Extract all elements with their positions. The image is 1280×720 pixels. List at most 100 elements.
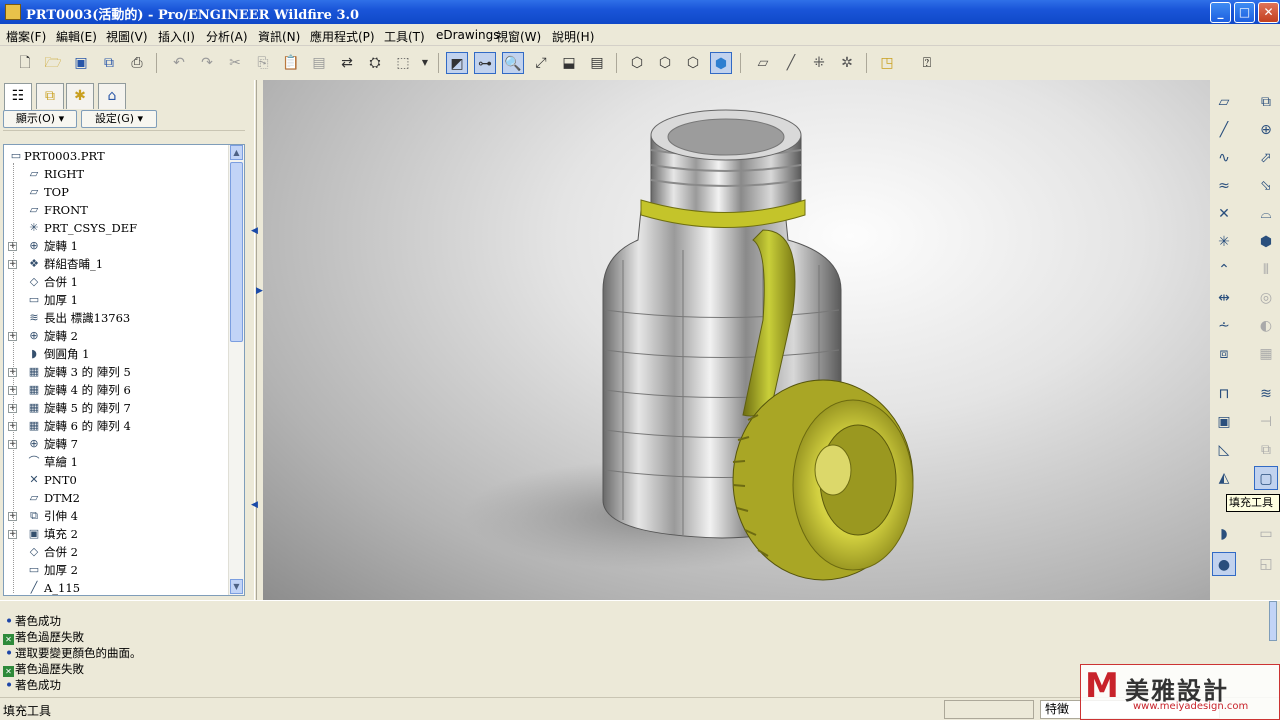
tree-item[interactable]: + ▦ 旋轉 3 的 陣列 5 — [4, 363, 230, 381]
constraint-tool-icon[interactable]: ⩪ — [1212, 314, 1236, 338]
no-hidden-icon[interactable]: ⬡ — [682, 52, 704, 74]
merge-tool-icon[interactable]: ◎ — [1254, 286, 1278, 310]
chevron-down-icon[interactable]: ▼ — [414, 52, 436, 74]
tree-item[interactable]: + ⊕ 旋轉 7 — [4, 435, 230, 453]
cut-icon[interactable]: ✂ — [224, 52, 246, 74]
menu-window[interactable]: 視窗(W) — [496, 28, 541, 45]
expand-arrow-icon[interactable]: ▶ — [256, 286, 263, 296]
zoom-out-icon[interactable]: ⤢ — [530, 52, 552, 74]
datum-curve-tool-icon[interactable]: ∿ — [1212, 146, 1236, 170]
tab-folder-browser[interactable]: ⧉ — [36, 83, 64, 109]
extend-tool-icon[interactable]: ⊣ — [1254, 410, 1278, 434]
repaint-icon[interactable]: ◩ — [446, 52, 468, 74]
find-icon[interactable]: ⛭ — [364, 52, 386, 74]
datum-plane-display-icon[interactable]: ▱ — [752, 52, 774, 74]
csys-tool-icon[interactable]: ✳ — [1212, 230, 1236, 254]
style-tool-icon[interactable]: ≋ — [1254, 382, 1278, 406]
maximize-button[interactable]: □ — [1234, 2, 1255, 23]
revolve-tool-icon[interactable]: ⊕ — [1254, 118, 1278, 142]
close-button[interactable]: ✕ — [1258, 2, 1279, 23]
title-bar[interactable]: PRT0003(活動的) - Pro/ENGINEER Wildfire 3.0… — [0, 0, 1280, 24]
tab-connections[interactable]: ⌂ — [98, 83, 126, 109]
fill-tool-icon[interactable]: ▢ — [1254, 466, 1278, 490]
view-manager-icon[interactable]: ▤ — [586, 52, 608, 74]
datum-axis-tool-icon[interactable]: ╱ — [1212, 118, 1236, 142]
shell-tool-icon[interactable]: ▣ — [1212, 410, 1236, 434]
spin-center-icon[interactable]: ⊶ — [474, 52, 496, 74]
csys-display-icon[interactable]: ✲ — [836, 52, 858, 74]
tree-item[interactable]: + ⊕ 旋轉 2 — [4, 327, 230, 345]
extrude-tool-icon[interactable]: ⧉ — [1254, 90, 1278, 114]
hidden-line-icon[interactable]: ⬡ — [654, 52, 676, 74]
rib-tool-icon[interactable]: ◺ — [1212, 438, 1236, 462]
tree-item[interactable]: ▱ DTM2 — [4, 489, 230, 507]
variable-sweep-icon[interactable]: ⬢ — [1254, 230, 1278, 254]
hole-tool-icon[interactable]: ⊓ — [1212, 382, 1236, 406]
tree-item[interactable]: + ▦ 旋轉 4 的 陣列 6 — [4, 381, 230, 399]
tree-item[interactable]: + ▦ 旋轉 6 的 陣列 4 — [4, 417, 230, 435]
copy-icon[interactable]: ⎘ — [252, 52, 274, 74]
wireframe-icon[interactable]: ⬡ — [626, 52, 648, 74]
context-help-icon[interactable]: ⍰ — [916, 52, 938, 74]
tab-favorites[interactable]: ✱ — [66, 83, 94, 109]
message-scroll-thumb[interactable] — [1269, 601, 1277, 641]
solidify-tool-icon[interactable]: ◱ — [1254, 552, 1278, 576]
tree-item[interactable]: ▭ 加厚 2 — [4, 561, 230, 579]
new-file-icon[interactable]: 🗋 — [14, 52, 36, 74]
regenerate-icon[interactable]: ⇄ — [336, 52, 358, 74]
boundary-blend-icon[interactable]: ⌓ — [1254, 202, 1278, 226]
tree-item[interactable]: + ⧉ 引伸 4 — [4, 507, 230, 525]
tree-item[interactable]: ✕ PNT0 — [4, 471, 230, 489]
thicken-tool-icon[interactable]: ▭ — [1254, 522, 1278, 546]
collapse-arrow-icon[interactable]: ◀ — [251, 500, 258, 510]
sketch-tool-icon[interactable]: ≈ — [1212, 174, 1236, 198]
trim-tool-icon[interactable]: ◐ — [1254, 314, 1278, 338]
tree-item[interactable]: ≋ 長出 標識13763 — [4, 309, 230, 327]
tree-item[interactable]: ▱ TOP — [4, 183, 230, 201]
tree-item[interactable]: ◗ 倒圓角 1 — [4, 345, 230, 363]
menu-analysis[interactable]: 分析(A) — [206, 28, 248, 45]
panel-splitter[interactable]: ◀ ▶ ◀ — [248, 80, 263, 600]
paste-special-icon[interactable]: ▤ — [308, 52, 330, 74]
save-copy-icon[interactable]: ⧉ — [98, 52, 120, 74]
minimize-button[interactable]: _ — [1210, 2, 1231, 23]
blend-tool-icon[interactable]: ⬂ — [1254, 174, 1278, 198]
scroll-down-arrow[interactable]: ▼ — [230, 579, 243, 594]
tree-item[interactable]: + ❖ 群組杳晡_1 — [4, 255, 230, 273]
datum-point-display-icon[interactable]: ⁜ — [808, 52, 830, 74]
tree-item[interactable]: ▭ PRT0003.PRT — [4, 147, 230, 165]
save-icon[interactable]: ▣ — [70, 52, 92, 74]
datum-plane-tool-icon[interactable]: ▱ — [1212, 90, 1236, 114]
tree-scrollbar[interactable]: ▲ ▼ — [228, 145, 244, 595]
menu-tools[interactable]: 工具(T) — [384, 28, 425, 45]
appearance-tool-icon[interactable]: ● — [1212, 552, 1236, 576]
tree-item[interactable]: + ⊕ 旋轉 1 — [4, 237, 230, 255]
shading-icon[interactable]: ⬢ — [710, 52, 732, 74]
tree-item[interactable]: ╱ A_115 — [4, 579, 230, 595]
tree-item[interactable]: + ▦ 旋轉 5 的 陣列 7 — [4, 399, 230, 417]
tab-model-tree[interactable]: ☷ — [4, 83, 32, 110]
menu-file[interactable]: 檔案(F) — [6, 28, 46, 45]
paste-icon[interactable]: 📋 — [280, 52, 302, 74]
datum-point-tool-icon[interactable]: ✕ — [1212, 202, 1236, 226]
pattern-tool-icon[interactable]: ▦ — [1254, 342, 1278, 366]
tree-item[interactable]: ✳ PRT_CSYS_DEF — [4, 219, 230, 237]
tree-item[interactable]: ▭ 加厚 1 — [4, 291, 230, 309]
draft-tool-icon[interactable]: ◭ — [1212, 466, 1236, 490]
selection-box-icon[interactable]: ⬚ — [392, 52, 414, 74]
tree-item[interactable]: ◇ 合併 2 — [4, 543, 230, 561]
graphics-window[interactable] — [263, 80, 1210, 600]
collapse-arrow-icon[interactable]: ◀ — [251, 226, 258, 236]
redo-icon[interactable]: ↷ — [196, 52, 218, 74]
tree-item[interactable]: ◇ 合併 1 — [4, 273, 230, 291]
tree-item[interactable]: ▱ FRONT — [4, 201, 230, 219]
show-dropdown[interactable]: 顯示(O) ▾ — [3, 110, 77, 128]
offset-tool-icon[interactable]: ⧉ — [1254, 438, 1278, 462]
menu-help[interactable]: 說明(H) — [552, 28, 594, 45]
dimension-tool-icon[interactable]: ⇹ — [1212, 286, 1236, 310]
settings-dropdown[interactable]: 設定(G) ▾ — [81, 110, 157, 128]
zoom-window-icon[interactable]: 🔍 — [502, 52, 524, 74]
mirror-tool-icon[interactable]: ⫴ — [1254, 258, 1278, 282]
menu-edrawings[interactable]: eDrawings — [436, 28, 500, 42]
open-folder-icon[interactable]: 🗁 — [42, 52, 64, 74]
